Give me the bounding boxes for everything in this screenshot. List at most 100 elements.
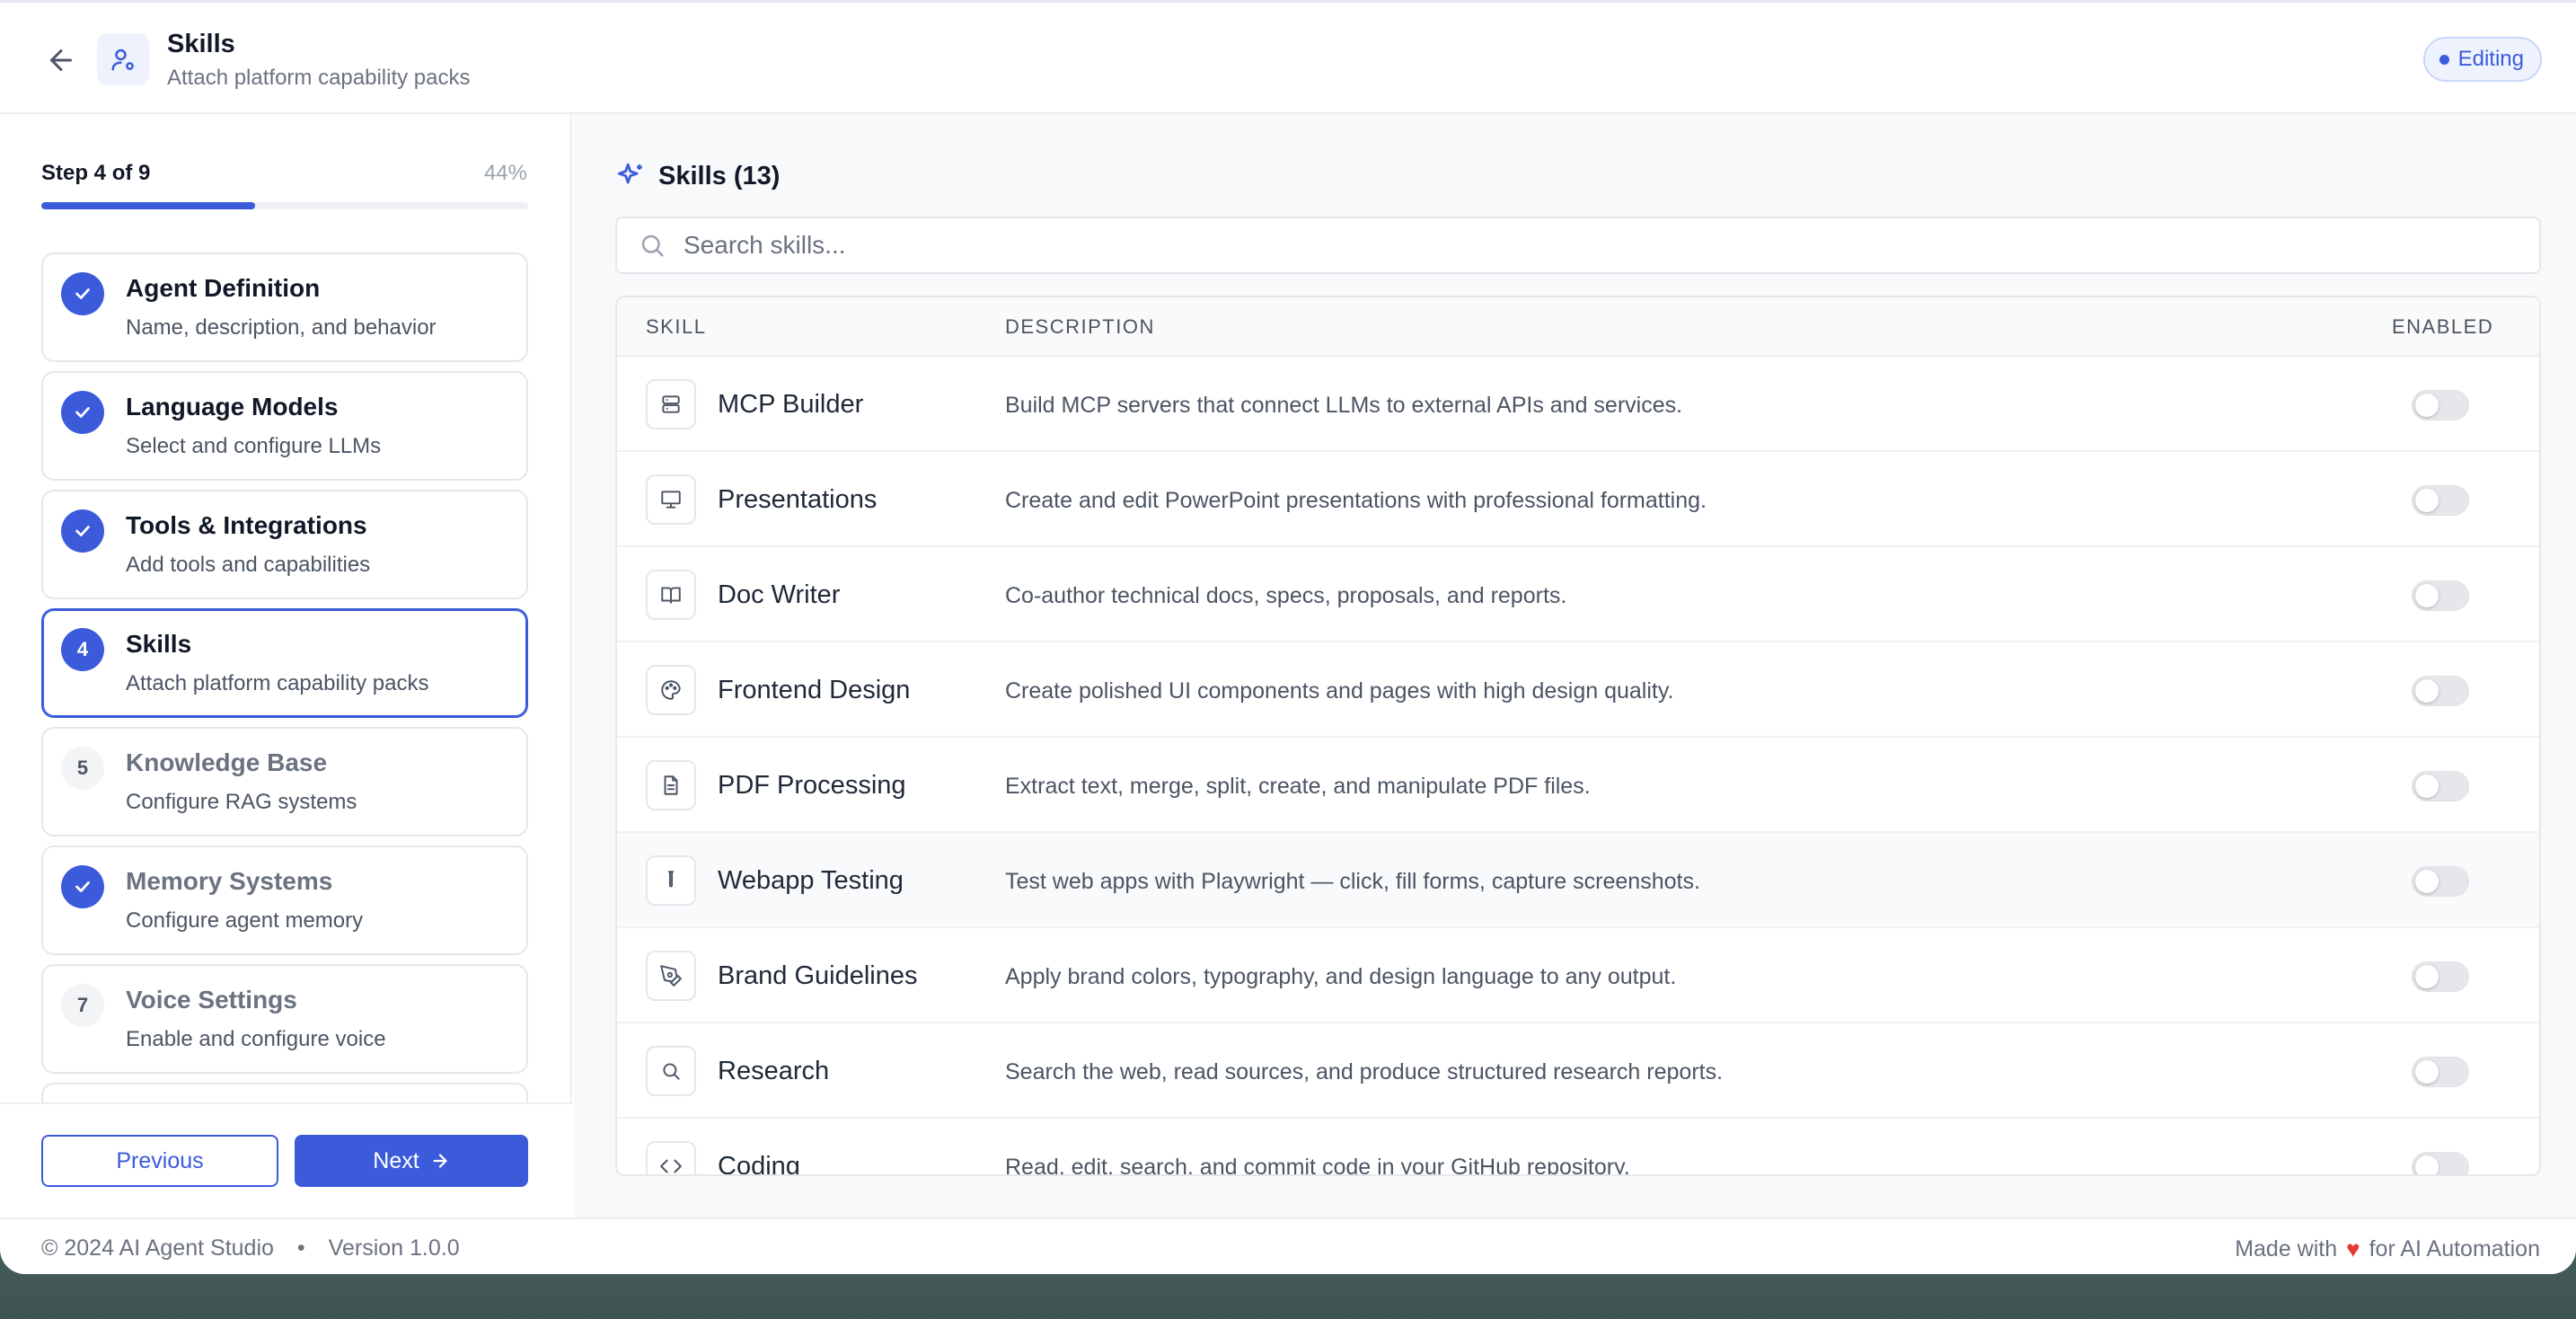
table-row: Frontend Design Create polished UI compon… <box>617 642 2539 738</box>
enabled-toggle[interactable] <box>2412 1057 2469 1087</box>
table-row: Coding Read, edit, search, and commit cod… <box>617 1119 2539 1176</box>
enabled-toggle[interactable] <box>2412 961 2469 992</box>
user-cog-icon <box>97 33 149 85</box>
next-button[interactable]: Next <box>295 1135 528 1187</box>
status-badge: Editing <box>2422 37 2542 82</box>
enabled-toggle[interactable] <box>2412 866 2469 897</box>
table-row: Doc Writer Co-author technical docs, spec… <box>617 547 2539 642</box>
step-item[interactable] <box>41 1083 528 1102</box>
check-icon <box>61 865 104 908</box>
table-row: Brand Guidelines Apply brand colors, typo… <box>617 928 2539 1023</box>
next-button-label: Next <box>373 1147 419 1173</box>
column-header-enabled: ENABLED <box>2392 315 2494 338</box>
toggle-knob <box>2415 1060 2439 1084</box>
skill-name: PDF Processing <box>718 771 906 800</box>
step-description: Add tools and capabilities <box>126 553 371 577</box>
version-text: Version 1.0.0 <box>328 1235 460 1261</box>
enabled-toggle[interactable] <box>2412 1152 2469 1174</box>
enabled-toggle[interactable] <box>2412 580 2469 611</box>
skill-name: MCP Builder <box>718 390 864 419</box>
step-description: Attach platform capability packs <box>126 671 429 695</box>
made-with-text: Made with <box>2235 1236 2338 1261</box>
step-description: Select and configure LLMs <box>126 434 382 458</box>
footer-separator: • <box>296 1235 305 1261</box>
skills-table: SKILL DESCRIPTION ENABLED MCP Builder Bui… <box>615 296 2541 1176</box>
step-item[interactable]: Agent Definition Name, description, and b… <box>41 252 528 362</box>
table-row: Presentations Create and edit PowerPoint … <box>617 452 2539 547</box>
palette-icon <box>646 665 696 715</box>
enabled-toggle[interactable] <box>2412 771 2469 801</box>
toggle-knob <box>2415 679 2439 703</box>
step-number: 5 <box>61 747 104 790</box>
skill-name: Presentations <box>718 485 878 514</box>
skill-description: Create polished UI components and pages … <box>1005 678 1674 704</box>
skill-description: Search the web, read sources, and produc… <box>1005 1059 1724 1084</box>
check-icon <box>61 391 104 434</box>
skill-name: Webapp Testing <box>718 866 904 895</box>
progress-bar-fill <box>41 202 256 209</box>
toggle-knob <box>2415 1155 2439 1174</box>
header: Skills Attach platform capability packs … <box>0 3 2576 114</box>
back-arrow-icon[interactable] <box>45 44 77 76</box>
search-icon <box>646 1046 696 1096</box>
step-title: Agent Definition <box>126 274 321 302</box>
enabled-toggle[interactable] <box>2412 485 2469 516</box>
enabled-toggle[interactable] <box>2412 390 2469 420</box>
search-input[interactable] <box>684 231 2480 260</box>
arrow-right-icon <box>433 1154 447 1168</box>
table-row: PDF Processing Extract text, merge, split… <box>617 738 2539 833</box>
check-icon <box>61 272 104 315</box>
toggle-knob <box>2415 489 2439 512</box>
file-text-icon <box>646 760 696 810</box>
code-icon <box>646 1141 696 1174</box>
toggle-knob <box>2415 394 2439 417</box>
step-description: Configure agent memory <box>126 908 364 933</box>
skill-name: Research <box>718 1057 830 1085</box>
presentation-icon <box>646 474 696 525</box>
heart-icon: ♥ <box>2346 1235 2360 1262</box>
step-title: Skills <box>126 630 192 658</box>
page-subtitle: Attach platform capability packs <box>167 66 471 90</box>
step-number: 4 <box>61 628 104 671</box>
previous-button[interactable]: Previous <box>41 1135 278 1187</box>
step-description: Enable and configure voice <box>126 1027 386 1051</box>
footer-right: Made with ♥ for AI Automation <box>2235 1235 2540 1263</box>
step-item[interactable]: Tools & Integrations Add tools and capabi… <box>41 490 528 599</box>
step-item[interactable]: Memory Systems Configure agent memory <box>41 845 528 955</box>
enabled-toggle[interactable] <box>2412 676 2469 706</box>
step-number: 7 <box>61 984 104 1027</box>
step-item[interactable]: Language Models Select and configure LLMs <box>41 371 528 481</box>
step-item[interactable]: 7 Voice Settings Enable and configure voic… <box>41 964 528 1074</box>
step-description: Configure RAG systems <box>126 790 357 814</box>
footer: © 2024 AI Agent Studio • Version 1.0.0 M… <box>0 1217 2576 1274</box>
main-panel: Skills (13) SKILL DESCRIPTION ENABLED MC… <box>574 114 2576 1217</box>
app-window: Skills Attach platform capability packs … <box>0 0 2576 1274</box>
step-title: Language Models <box>126 393 339 420</box>
search-icon <box>641 235 664 257</box>
skill-name: Brand Guidelines <box>718 961 918 990</box>
table-header: SKILL DESCRIPTION ENABLED <box>617 297 2539 357</box>
step-list: Agent Definition Name, description, and b… <box>41 252 528 1102</box>
server-icon <box>646 379 696 429</box>
progress-percent: 44% <box>483 161 527 185</box>
step-item[interactable]: 4 Skills Attach platform capability packs <box>41 608 528 718</box>
wizard-sidebar: Step 4 of 9 44% Agent Definition Name, de… <box>0 114 572 1217</box>
skill-description: Co-author technical docs, specs, proposa… <box>1005 583 1567 608</box>
step-description: Name, description, and behavior <box>126 315 437 340</box>
status-badge-label: Editing <box>2457 47 2524 71</box>
step-item[interactable]: 5 Knowledge Base Configure RAG systems <box>41 727 528 837</box>
skill-description: Build MCP servers that connect LLMs to e… <box>1005 393 1683 418</box>
skill-description: Read, edit, search, and commit code in y… <box>1005 1155 1630 1176</box>
for-text: for AI Automation <box>2369 1236 2540 1261</box>
search-box[interactable] <box>615 217 2541 274</box>
step-title: Voice Settings <box>126 986 297 1014</box>
table-row: Research Search the web, read sources, an… <box>617 1023 2539 1119</box>
book-icon <box>646 570 696 620</box>
column-header-description: DESCRIPTION <box>1005 315 1155 338</box>
skill-name: Doc Writer <box>718 580 841 609</box>
progress-bar <box>41 202 528 209</box>
copyright-text: © 2024 AI Agent Studio <box>41 1235 274 1261</box>
sparkles-icon <box>617 163 642 184</box>
step-title: Tools & Integrations <box>126 511 367 539</box>
section-header: Skills (13) <box>615 161 780 191</box>
